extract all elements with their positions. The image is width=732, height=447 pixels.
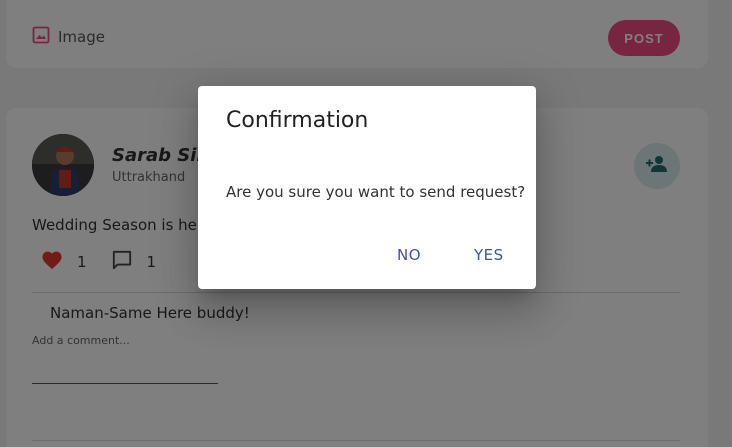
no-button[interactable]: NO [397, 246, 421, 264]
dialog-title: Confirmation [226, 108, 369, 133]
dialog-message: Are you sure you want to send request? [226, 183, 526, 201]
yes-button[interactable]: YES [474, 246, 504, 264]
confirmation-dialog: Confirmation Are you sure you want to se… [198, 86, 536, 289]
